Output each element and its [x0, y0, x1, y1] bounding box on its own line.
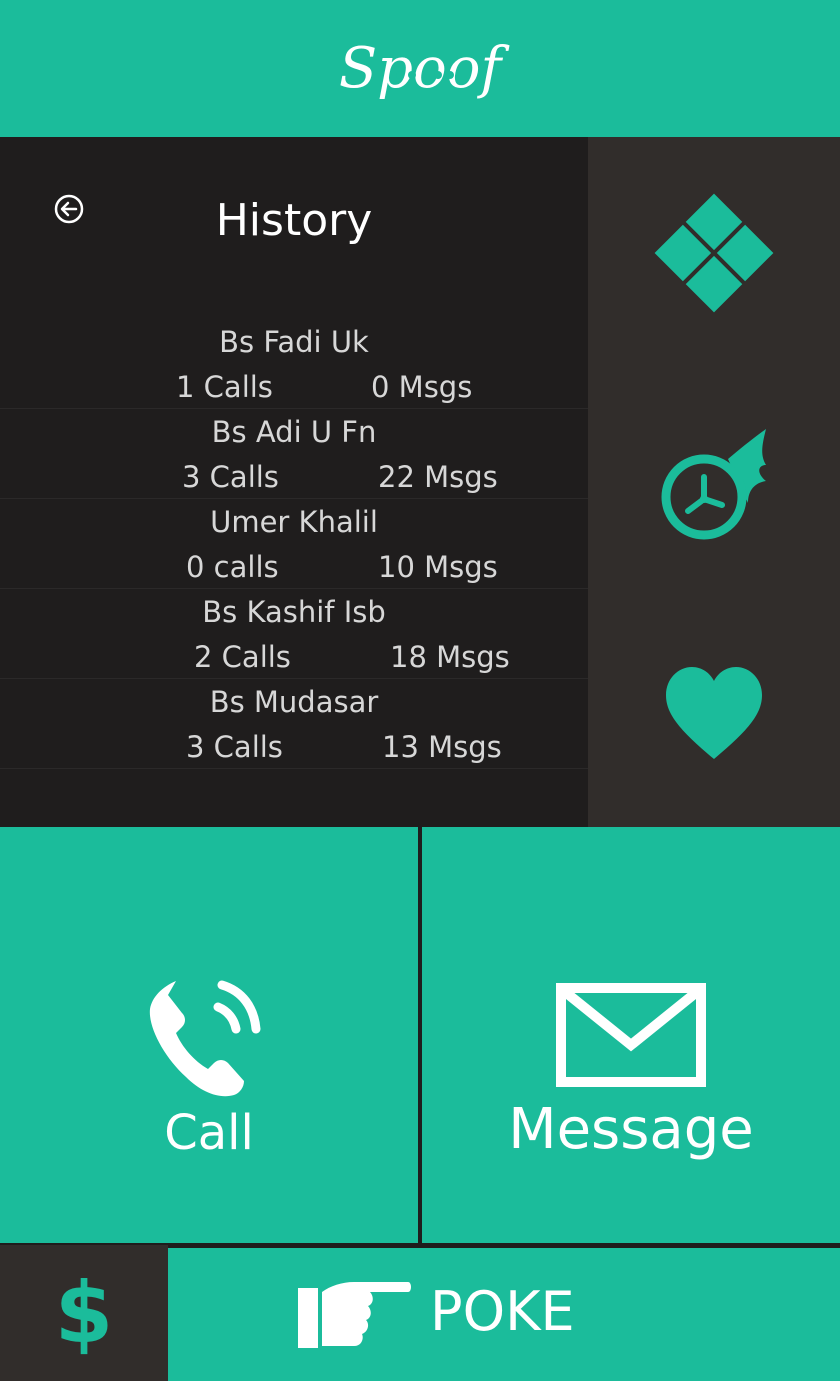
- envelope-icon: [556, 983, 706, 1087]
- message-count: 0 Msgs: [371, 370, 473, 404]
- history-panel: History Bs Fadi Uk 1 Calls 0 Msgs Bs Adi…: [0, 137, 588, 827]
- message-button[interactable]: Message: [422, 827, 840, 1243]
- history-title: History: [215, 195, 373, 246]
- call-count: 1 Calls: [176, 370, 273, 404]
- contact-name: Bs Adi U Fn: [211, 415, 377, 449]
- call-count: 3 Calls: [182, 460, 279, 494]
- message-count: 13 Msgs: [382, 730, 502, 764]
- dollar-icon: $: [54, 1264, 114, 1362]
- speed-clock-icon[interactable]: [648, 421, 780, 553]
- history-row[interactable]: Umer Khalil 0 calls 10 Msgs: [0, 499, 588, 589]
- pointing-hand-icon: [298, 1282, 411, 1348]
- spoof-logo: Spoof: [339, 36, 511, 101]
- message-label: Message: [508, 1097, 754, 1162]
- poke-label: POKE: [430, 1280, 575, 1343]
- phone-call-icon: [149, 980, 261, 1097]
- history-row[interactable]: Bs Kashif Isb 2 Calls 18 Msgs: [0, 589, 588, 679]
- message-count: 22 Msgs: [378, 460, 498, 494]
- grid-diamond-icon[interactable]: [648, 187, 780, 319]
- call-button[interactable]: Call: [0, 827, 418, 1243]
- call-count: 3 Calls: [186, 730, 283, 764]
- logo-text: Spoof: [339, 36, 511, 101]
- contact-name: Bs Fadi Uk: [219, 325, 369, 359]
- call-count: 0 calls: [186, 550, 279, 584]
- contact-name: Bs Mudasar: [209, 685, 379, 719]
- history-row[interactable]: Bs Adi U Fn 3 Calls 22 Msgs: [0, 409, 588, 499]
- action-tiles: Call Message: [0, 827, 840, 1245]
- message-count: 18 Msgs: [390, 640, 510, 674]
- poke-button[interactable]: POKE: [168, 1248, 840, 1381]
- call-count: 2 Calls: [194, 640, 291, 674]
- message-count: 10 Msgs: [378, 550, 498, 584]
- side-panel: [588, 137, 840, 827]
- history-row[interactable]: Bs Fadi Uk 1 Calls 0 Msgs: [0, 319, 588, 409]
- contact-name: Umer Khalil: [210, 505, 378, 539]
- history-row[interactable]: Bs Mudasar 3 Calls 13 Msgs: [0, 679, 588, 769]
- purchase-button[interactable]: $: [0, 1245, 168, 1381]
- app-header: Spoof: [0, 0, 840, 137]
- heart-icon[interactable]: [648, 647, 780, 779]
- call-label: Call: [164, 1105, 254, 1161]
- history-list: Bs Fadi Uk 1 Calls 0 Msgs Bs Adi U Fn 3 …: [0, 319, 588, 769]
- contact-name: Bs Kashif Isb: [202, 595, 386, 629]
- bottom-bar: $ POKE: [0, 1245, 840, 1381]
